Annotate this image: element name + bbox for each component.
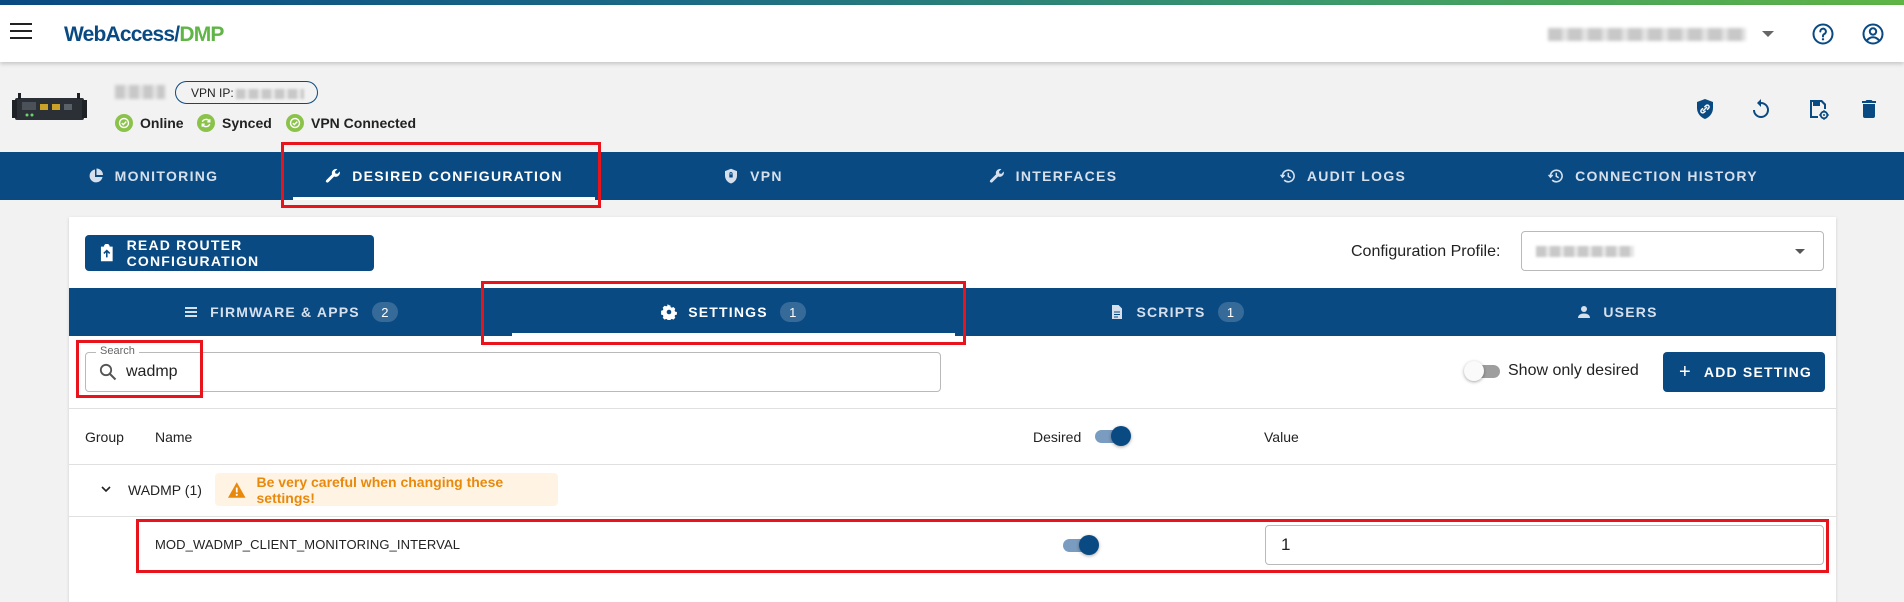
column-header-group: Group [85,429,124,445]
chevron-down-icon [1795,249,1805,254]
gear-icon [661,304,678,320]
check-circle-icon [115,114,133,132]
show-only-desired-toggle[interactable] [1464,361,1502,381]
tab-count-badge: 1 [779,302,806,322]
configuration-card: READ ROUTER CONFIGURATION Configuration … [69,217,1836,602]
column-header-name: Name [155,429,193,445]
group-label-wadmp[interactable]: WADMP (1) [128,482,202,498]
divider [69,408,1836,409]
clipboard-upload-icon [100,244,113,262]
search-field[interactable]: Search [85,345,941,392]
tab-connection-history[interactable]: CONNECTION HISTORY [1500,152,1806,200]
person-icon [1578,306,1591,318]
search-icon [99,363,117,381]
config-sub-tabs: FIRMWARE & APPS 2 SETTINGS 1 SCRIPTS 1 U… [69,288,1836,336]
save-settings-icon[interactable] [1806,97,1830,121]
tab-scripts[interactable]: SCRIPTS 1 [955,288,1398,336]
desired-all-toggle[interactable] [1093,426,1131,446]
status-online: Online [115,113,184,133]
warning-banner: Be very careful when changing these sett… [215,473,558,506]
history-icon [1548,169,1563,183]
search-input[interactable] [126,361,826,383]
help-icon[interactable] [1811,22,1835,46]
column-header-value: Value [1264,429,1299,445]
active-tab-indicator [293,197,595,200]
divider [69,464,1836,465]
tab-count-badge: 1 [1217,302,1244,322]
read-router-configuration-button[interactable]: READ ROUTER CONFIGURATION [85,235,374,271]
add-setting-button[interactable]: + ADD SETTING [1663,352,1825,392]
stack-icon [185,307,198,317]
warning-icon [227,481,246,498]
configuration-profile-select[interactable] [1521,231,1824,271]
status-vpn-connected: VPN Connected [286,113,416,133]
check-circle-icon [286,114,304,132]
setting-value-input[interactable] [1281,535,1681,555]
app-logo[interactable]: WebAccess/DMP [64,23,224,47]
chevron-down-icon[interactable] [100,484,112,494]
setting-name: MOD_WADMP_CLIENT_MONITORING_INTERVAL [155,537,461,552]
vpn-ip-redacted [235,88,304,99]
configuration-profile-label: Configuration Profile: [1351,243,1501,260]
chart-pie-icon [89,168,103,183]
tab-count-badge: 2 [371,302,398,322]
router-device-image [12,93,87,120]
delete-icon[interactable] [1857,97,1881,121]
setting-value-field[interactable] [1265,525,1824,565]
divider [69,516,1836,517]
user-name-redacted[interactable] [1548,28,1746,41]
tab-desired-configuration[interactable]: DESIRED CONFIGURATION [293,152,595,200]
main-tabs: MONITORING DESIRED CONFIGURATION VPN INT… [0,152,1904,200]
tab-audit-logs[interactable]: AUDIT LOGS [1190,152,1496,200]
tab-settings[interactable]: SETTINGS 1 [512,288,955,336]
column-header-desired: Desired [1033,429,1082,445]
setting-desired-toggle[interactable] [1061,535,1099,555]
wrench-icon [326,168,341,183]
tab-firmware-apps[interactable]: FIRMWARE & APPS 2 [69,288,512,336]
profile-name-redacted [1536,246,1634,257]
app-bar: WebAccess/DMP [0,5,1904,62]
tab-vpn[interactable]: VPN [600,152,906,200]
file-icon [1112,305,1123,319]
account-icon[interactable] [1861,22,1885,46]
tab-users[interactable]: USERS [1398,288,1836,336]
tab-monitoring[interactable]: MONITORING [0,152,306,200]
tab-interfaces[interactable]: INTERFACES [900,152,1206,200]
menu-icon[interactable] [10,23,32,41]
status-synced: Synced [197,113,272,133]
user-menu-caret-icon[interactable] [1762,31,1774,37]
search-label: Search [96,345,139,357]
wrench-icon [989,168,1004,183]
vpn-ip-pill: VPN IP: [175,81,318,104]
shield-icon [725,168,738,184]
active-sub-tab-indicator [512,333,955,336]
sync-icon [197,114,215,132]
plus-icon: + [1679,361,1692,383]
show-only-desired-label: Show only desired [1508,362,1639,379]
shield-link-icon[interactable] [1693,97,1717,121]
device-name-redacted [115,85,165,99]
history-icon [1279,169,1295,183]
reboot-icon[interactable] [1749,97,1773,121]
